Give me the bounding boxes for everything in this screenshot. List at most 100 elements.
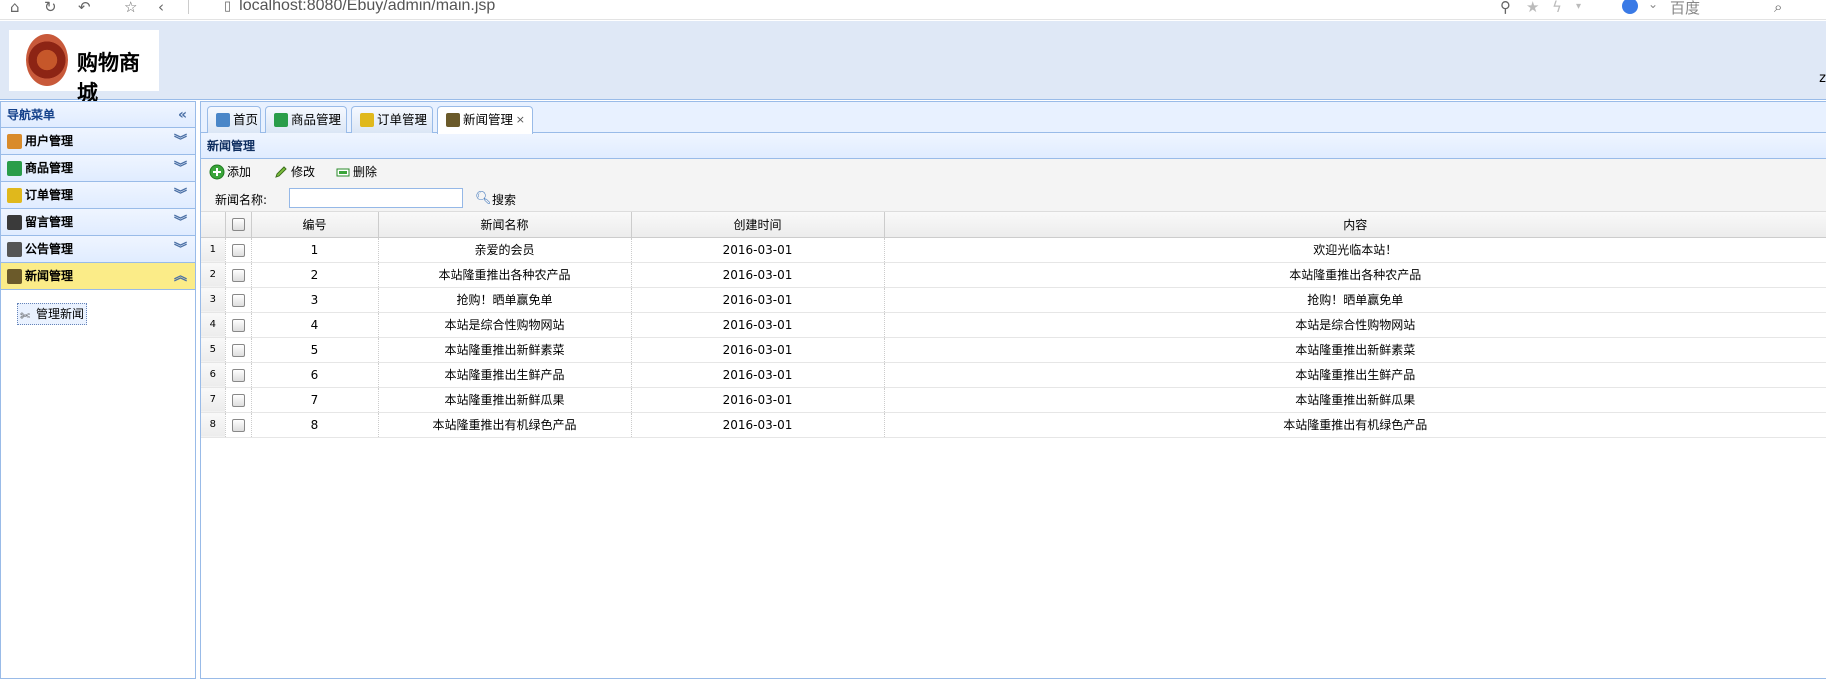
tab-home[interactable]: 首页: [207, 106, 261, 133]
delete-icon: [336, 168, 350, 177]
notice-icon: [7, 242, 22, 257]
sidebar-item-order[interactable]: 订单管理 ︾: [1, 182, 195, 209]
column-header-name[interactable]: 新闻名称: [378, 212, 632, 238]
row-checkbox[interactable]: [231, 318, 245, 332]
add-icon: [209, 164, 225, 180]
cell-date: 2016-03-01: [631, 312, 885, 338]
table-row[interactable]: 2 2 本站隆重推出各种农产品 2016-03-01 本站隆重推出各种农产品: [201, 262, 1826, 288]
cell-id: 2: [251, 262, 379, 288]
search-engine-input[interactable]: 百度: [1670, 0, 1700, 18]
tab-label: 新闻管理: [463, 112, 514, 127]
tab-strip: 首页 商品管理 × 订单管理 × 新闻管理 ×: [201, 102, 1826, 134]
search-icon[interactable]: ⌕: [1774, 0, 1782, 15]
table-row[interactable]: 4 4 本站是综合性购物网站 2016-03-01 本站是综合性购物网站: [201, 312, 1826, 338]
close-tab-icon[interactable]: ×: [330, 107, 339, 132]
chevron-down-icon[interactable]: ︾: [174, 209, 187, 236]
cell-content: 抢购！晒单赢免单: [884, 287, 1826, 313]
row-checkbox[interactable]: [231, 368, 245, 382]
favorite-icon[interactable]: ☆: [124, 0, 137, 15]
row-number: 2: [201, 262, 226, 288]
table-row[interactable]: 5 5 本站隆重推出新鲜素菜 2016-03-01 本站隆重推出新鲜素菜: [201, 337, 1826, 363]
cell-id: 6: [251, 362, 379, 388]
select-all-checkbox[interactable]: [231, 218, 245, 232]
cell-name: 本站是综合性购物网站: [378, 312, 632, 338]
cell-name: 亲爱的会员: [378, 237, 632, 263]
back-icon[interactable]: ‹: [158, 0, 164, 15]
table-row[interactable]: 1 1 亲爱的会员 2016-03-01 欢迎光临本站！: [201, 237, 1826, 263]
chevron-down-icon[interactable]: ︾: [174, 182, 187, 209]
sidebar-item-label: 订单管理: [25, 188, 74, 202]
tab-news[interactable]: 新闻管理 ×: [437, 106, 533, 134]
sidebar-link-manage-news[interactable]: ✄ 管理新闻: [17, 303, 88, 325]
sidebar-link-label: 管理新闻: [36, 307, 85, 321]
home-icon[interactable]: ⌂: [10, 0, 20, 15]
sidebar-item-product[interactable]: 商品管理 ︾: [1, 155, 195, 182]
cell-content: 本站隆重推出有机绿色产品: [884, 412, 1826, 438]
table-row[interactable]: 7 7 本站隆重推出新鲜瓜果 2016-03-01 本站隆重推出新鲜瓜果: [201, 387, 1826, 413]
row-select-cell: [225, 312, 252, 338]
news-table: 编号 新闻名称 创建时间 内容 1 1 亲爱的会员 2016-03-01 欢迎光临本站！…: [201, 212, 1826, 438]
collapse-sidebar-icon[interactable]: «: [178, 102, 187, 128]
table-header-row: 编号 新闻名称 创建时间 内容: [201, 212, 1826, 238]
engine-dropdown-icon[interactable]: ⌄: [1648, 0, 1658, 11]
close-tab-icon[interactable]: ×: [516, 107, 525, 132]
tab-order[interactable]: 订单管理 ×: [351, 106, 433, 133]
chevron-down-icon[interactable]: ︾: [174, 155, 187, 182]
tools-icon: ✄: [20, 309, 31, 323]
chevron-down-icon[interactable]: ︾: [174, 128, 187, 155]
chevron-down-icon[interactable]: ︾: [174, 236, 187, 263]
table-row[interactable]: 3 3 抢购！晒单赢免单 2016-03-01 抢购！晒单赢免单: [201, 287, 1826, 313]
baidu-icon[interactable]: [1622, 0, 1638, 14]
row-checkbox[interactable]: [231, 418, 245, 432]
reload-icon[interactable]: ↻: [44, 0, 57, 15]
star-icon[interactable]: ★: [1526, 0, 1539, 15]
row-number: 8: [201, 412, 226, 438]
table-row[interactable]: 6 6 本站隆重推出生鲜产品 2016-03-01 本站隆重推出生鲜产品: [201, 362, 1826, 388]
column-header-content[interactable]: 内容: [884, 212, 1826, 238]
column-header-date[interactable]: 创建时间: [631, 212, 885, 238]
sidebar-item-news[interactable]: 新闻管理 ︽: [1, 263, 195, 290]
row-select-cell: [225, 262, 252, 288]
lightning-icon[interactable]: ϟ: [1552, 0, 1562, 15]
cell-content: 本站隆重推出新鲜素菜: [884, 337, 1826, 363]
row-select-cell: [225, 362, 252, 388]
cell-date: 2016-03-01: [631, 362, 885, 388]
delete-button[interactable]: 删除: [333, 164, 377, 180]
row-checkbox[interactable]: [231, 393, 245, 407]
url-text: localhost:8080/Ebuy/admin/main.jsp: [239, 0, 496, 14]
close-tab-icon[interactable]: ×: [416, 107, 425, 132]
select-all-header: [225, 212, 252, 238]
search-button[interactable]: 🔍︎ 搜索: [473, 191, 516, 208]
cell-name: 本站隆重推出有机绿色产品: [378, 412, 632, 438]
row-checkbox[interactable]: [231, 268, 245, 282]
undo-icon[interactable]: ↶: [78, 0, 91, 15]
chevron-up-icon[interactable]: ︽: [174, 263, 187, 290]
news-name-input[interactable]: [289, 188, 463, 208]
row-checkbox[interactable]: [231, 293, 245, 307]
dropdown-icon[interactable]: ▾: [1576, 0, 1581, 14]
product-icon: [7, 161, 22, 176]
product-icon: [274, 113, 288, 127]
tab-label: 首页: [233, 112, 259, 127]
row-number: 3: [201, 287, 226, 313]
sidebar-item-label: 留言管理: [25, 215, 74, 229]
edit-button[interactable]: 修改: [271, 164, 315, 180]
row-number: 4: [201, 312, 226, 338]
news-name-label: 新闻名称:: [215, 193, 268, 207]
table-row[interactable]: 8 8 本站隆重推出有机绿色产品 2016-03-01 本站隆重推出有机绿色产品: [201, 412, 1826, 438]
sidebar-item-notice[interactable]: 公告管理 ︾: [1, 236, 195, 263]
news-icon: [7, 269, 22, 284]
sidebar-item-label: 公告管理: [25, 242, 74, 256]
row-checkbox[interactable]: [231, 243, 245, 257]
add-button[interactable]: 添加: [207, 164, 251, 180]
column-header-id[interactable]: 编号: [251, 212, 379, 238]
pin-icon[interactable]: ⚲: [1500, 0, 1511, 15]
sidebar-item-comment[interactable]: 留言管理 ︾: [1, 209, 195, 236]
row-select-cell: [225, 337, 252, 363]
sidebar-item-users[interactable]: 用户管理 ︾: [1, 128, 195, 155]
row-checkbox[interactable]: [231, 343, 245, 357]
sidebar-title: 导航菜单 «: [1, 102, 195, 128]
main-panel: 首页 商品管理 × 订单管理 × 新闻管理 × 新闻管理 添加 修改 删除 新闻名称: 🔍︎…: [200, 101, 1826, 679]
address-bar[interactable]: ▯ localhost:8080/Ebuy/admin/main.jsp: [224, 0, 495, 15]
tab-product[interactable]: 商品管理 ×: [265, 106, 347, 133]
